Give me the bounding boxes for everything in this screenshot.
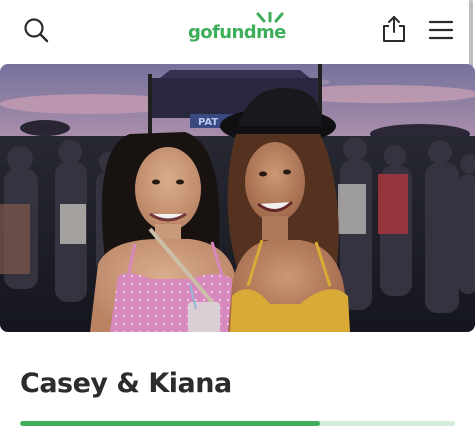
menu-button[interactable] [423,12,459,48]
campaign-title: Casey & Kiana [20,368,232,399]
search-icon [24,18,49,43]
concert-photo: PAT [0,64,475,332]
gofundme-logo[interactable]: gofundme [184,12,294,46]
campaign-hero-image: PAT [0,64,475,332]
logo-wordmark: gofundme [188,22,286,43]
page: gofundme PAT Casey & Kiana [0,0,475,437]
top-nav-bar: gofundme [0,0,475,70]
share-button[interactable] [376,11,412,47]
hamburger-menu-icon [428,20,454,40]
fundraising-progress-bar [20,421,455,426]
sprout-icon [256,12,284,23]
progress-fill [20,421,321,426]
search-button[interactable] [18,12,54,48]
share-icon [383,16,405,42]
scrollbar-thumb[interactable] [469,0,473,70]
